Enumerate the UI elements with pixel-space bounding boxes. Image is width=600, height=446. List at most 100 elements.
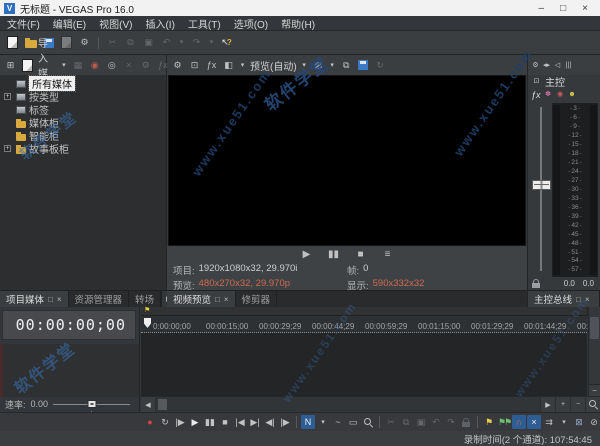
fader-handle[interactable] <box>532 179 551 190</box>
minimize-button[interactable]: – <box>539 3 545 14</box>
menu-view[interactable]: 视图(V) <box>99 16 132 31</box>
zoom-in-button[interactable]: + <box>555 397 570 412</box>
dock-close-icon[interactable]: × <box>224 295 229 304</box>
import-dropdown[interactable]: ▾ <box>59 58 68 72</box>
dock-close-icon[interactable]: × <box>57 295 62 304</box>
preview-stop-button[interactable]: ■ <box>353 248 368 262</box>
redo-dropdown[interactable]: ▾ <box>207 36 216 50</box>
split-screen-button[interactable]: ◧ <box>221 58 236 72</box>
preview-menu-button[interactable]: ≡ <box>380 248 395 262</box>
tab-trimmer[interactable]: 修剪器 <box>236 291 278 307</box>
insert-region-button[interactable]: ⚑⚑ <box>497 415 512 429</box>
rate-slider[interactable]: ▲ <box>53 399 130 416</box>
new-project-button[interactable] <box>5 36 20 50</box>
next-frame-button[interactable]: |▶ <box>278 415 292 429</box>
menu-file[interactable]: 文件(F) <box>7 16 40 31</box>
preview-properties-button[interactable]: ⚙ <box>170 58 185 72</box>
capture-video-button[interactable]: ◉ <box>87 58 102 72</box>
auto-ripple-button[interactable]: ⇉ <box>542 415 556 429</box>
close-button[interactable]: × <box>582 3 588 14</box>
timecode-display[interactable]: 00:00:00;00 <box>2 310 136 340</box>
redo-button[interactable]: ↷ <box>189 36 204 50</box>
track-height-minus-button[interactable]: − <box>589 384 600 396</box>
project-properties-button[interactable]: ⚙ <box>77 36 92 50</box>
cut-button[interactable]: ✂ <box>384 415 398 429</box>
tab-transitions[interactable]: 转场 <box>129 291 162 307</box>
auto-crossfade-button[interactable]: × <box>527 415 541 429</box>
video-output-fx-button[interactable]: ƒx <box>204 58 219 72</box>
tree-item-media-bins[interactable]: 媒体柜 <box>0 116 166 130</box>
tab-video-preview[interactable]: 视频预览 □ × <box>167 291 236 307</box>
copy-button[interactable]: ⧉ <box>399 415 413 429</box>
rate-slider-handle[interactable] <box>87 399 97 408</box>
dock-window-icon[interactable]: □ <box>215 295 220 304</box>
time-ruler[interactable]: 0:00:00;00 00:00:15;00 00:00:29;29 00:00… <box>141 316 593 333</box>
go-to-end-button[interactable]: ▶| <box>248 415 262 429</box>
lock-button[interactable] <box>459 415 473 429</box>
preview-media-button[interactable]: ▦ <box>70 58 85 72</box>
tab-master-bus[interactable]: 主控总线 □ × <box>528 291 600 307</box>
tree-item-all-media[interactable]: 所有媒体 <box>0 75 166 92</box>
tree-item-smart-bins[interactable]: 智能柜 <box>0 129 166 143</box>
menu-edit[interactable]: 编辑(E) <box>53 16 86 31</box>
zoom-tool-button[interactable] <box>585 397 600 412</box>
downmix-output-button[interactable]: ◂▸ <box>542 58 551 72</box>
vertical-scroll-thumb[interactable] <box>590 317 599 339</box>
zoom-out-button[interactable]: − <box>570 397 585 412</box>
insert-marker-button[interactable]: ⚑ <box>482 415 496 429</box>
plugin-flower-icon[interactable]: ✽ <box>544 88 553 102</box>
save-snapshot-button[interactable] <box>356 58 371 72</box>
meter-options-button[interactable]: ||| <box>564 58 573 72</box>
tab-explorer[interactable]: 资源管理器 <box>69 291 130 307</box>
stop-button[interactable]: ■ <box>218 415 232 429</box>
loop-playback-button[interactable]: ↻ <box>158 415 172 429</box>
play-button[interactable]: ▶ <box>188 415 202 429</box>
menu-tools[interactable]: 工具(T) <box>188 16 221 31</box>
paste-button[interactable]: ▣ <box>414 415 428 429</box>
master-properties-button[interactable]: ⚙ <box>531 58 540 72</box>
lock-icon[interactable] <box>532 279 540 288</box>
dock-close-icon[interactable]: × <box>585 295 590 304</box>
plugin-smiley-icon[interactable]: ☻ <box>568 88 577 102</box>
extract-audio-button[interactable]: ◎ <box>104 58 119 72</box>
edit-tool-dropdown[interactable]: ▾ <box>316 415 330 429</box>
loop-preview-button[interactable]: ↻ <box>373 58 388 72</box>
lock-envelopes-button[interactable]: ⊠ <box>572 415 586 429</box>
views-button[interactable]: ⊞ <box>3 58 18 72</box>
preview-quality-dropdown[interactable]: ▾ <box>300 58 309 72</box>
preview-pause-button[interactable]: ▮▮ <box>326 248 341 262</box>
open-button[interactable] <box>23 36 38 50</box>
enable-snapping-button[interactable]: ∩ <box>512 415 526 429</box>
dock-window-icon[interactable]: □ <box>576 295 581 304</box>
previous-frame-button[interactable]: ◀| <box>263 415 277 429</box>
dim-output-button[interactable]: ◁ <box>553 58 562 72</box>
tree-item-tags[interactable]: 标签 <box>0 103 166 117</box>
video-display[interactable] <box>168 75 526 246</box>
record-button[interactable]: ● <box>143 415 157 429</box>
remove-media-button[interactable]: × <box>121 58 136 72</box>
fx-icon[interactable]: ƒx <box>531 90 541 100</box>
horizontal-scroll-track[interactable] <box>156 397 540 412</box>
tab-project-media[interactable]: 项目媒体 □ × <box>0 291 69 307</box>
render-as-button[interactable] <box>59 36 74 50</box>
playhead-cursor[interactable] <box>144 318 151 328</box>
plugin-dot-icon[interactable]: ◉ <box>556 88 565 102</box>
paste-button[interactable]: ▣ <box>141 36 156 50</box>
horizontal-scroll-thumb[interactable] <box>158 399 167 410</box>
copy-button[interactable]: ⧉ <box>123 36 138 50</box>
expander-plus-icon[interactable]: + <box>4 93 11 100</box>
media-properties-button[interactable]: ⚙ <box>138 58 153 72</box>
menu-insert[interactable]: 插入(I) <box>145 16 174 31</box>
dock-window-icon[interactable]: □ <box>48 295 53 304</box>
scroll-left-button[interactable]: ◀ <box>141 397 156 412</box>
envelope-tool-button[interactable]: ~ <box>331 415 345 429</box>
tree-item-by-type[interactable]: + 按类型 <box>0 90 166 104</box>
track-header-area[interactable] <box>0 344 139 397</box>
menu-help[interactable]: 帮助(H) <box>281 16 315 31</box>
expander-plus-icon[interactable]: + <box>4 145 11 152</box>
preview-quality-label[interactable]: 预览(自动) <box>249 58 298 73</box>
ignore-grouping-button[interactable]: ⊘ <box>587 415 600 429</box>
undo-dropdown[interactable]: ▾ <box>177 36 186 50</box>
selection-tool-button[interactable]: ▭ <box>346 415 360 429</box>
import-media-button[interactable] <box>20 58 35 72</box>
